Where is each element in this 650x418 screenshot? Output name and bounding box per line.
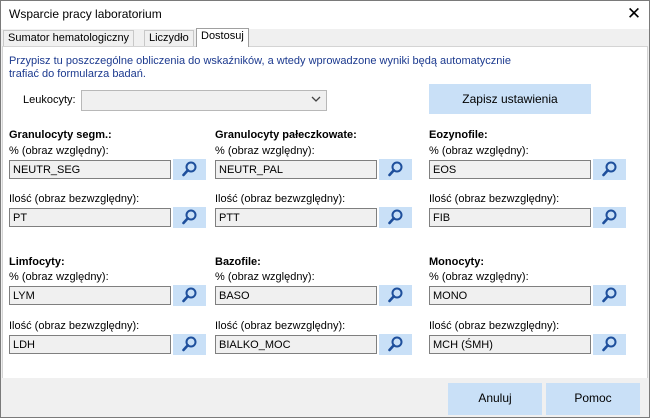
search-button[interactable] [173, 207, 206, 228]
abs-label: Ilość (obraz bezwzględny): [429, 320, 560, 332]
group-title-monocyty: Monocyty: [429, 256, 484, 268]
search-button[interactable] [593, 159, 626, 180]
magnifier-icon [602, 209, 617, 225]
bazofile-abs-field[interactable]: BIALKO_MOC [215, 335, 377, 354]
eozynofile-abs-field[interactable]: FIB [429, 208, 591, 227]
bazofile-pct-field[interactable]: BASO [215, 286, 377, 305]
magnifier-icon [182, 161, 197, 177]
search-button[interactable] [593, 207, 626, 228]
magnifier-icon [602, 336, 617, 352]
magnifier-icon [602, 161, 617, 177]
granulocyty-segm-abs-field[interactable]: PT [9, 208, 171, 227]
magnifier-icon [182, 209, 197, 225]
pct-label: % (obraz względny): [9, 271, 109, 283]
search-button[interactable] [593, 334, 626, 355]
group-title-limfocyty: Limfocyty: [9, 256, 65, 268]
intro-text: Przypisz tu poszczególne obliczenia do w… [9, 55, 529, 81]
search-button[interactable] [379, 334, 412, 355]
abs-label: Ilość (obraz bezwzględny): [429, 193, 560, 205]
tab-strip: Sumator hematologiczny Liczydło Dostosuj [1, 28, 649, 47]
granulocyty-paleczkowate-abs-field[interactable]: PTT [215, 208, 377, 227]
magnifier-icon [388, 336, 403, 352]
intro-line-2: trafiać do formularza badań. [9, 68, 146, 80]
group-title-granulocyty-paleczkowate: Granulocyty pałeczkowate: [215, 129, 357, 141]
search-button[interactable] [173, 159, 206, 180]
save-settings-button[interactable]: Zapisz ustawienia [429, 84, 591, 114]
granulocyty-segm-pct-field[interactable]: NEUTR_SEG [9, 160, 171, 179]
search-button[interactable] [379, 207, 412, 228]
magnifier-icon [602, 287, 617, 303]
monocyty-abs-field[interactable]: MCH (ŚMH) [429, 335, 591, 354]
pct-label: % (obraz względny): [429, 271, 529, 283]
window-title: Wsparcie pracy laboratorium [9, 7, 162, 21]
magnifier-icon [388, 209, 403, 225]
pct-label: % (obraz względny): [215, 145, 315, 157]
abs-label: Ilość (obraz bezwzględny): [9, 320, 140, 332]
group-title-bazofile: Bazofile: [215, 256, 261, 268]
search-button[interactable] [379, 285, 412, 306]
close-icon[interactable]: ✕ [619, 1, 649, 29]
tab-sumator-hematologiczny[interactable]: Sumator hematologiczny [3, 30, 135, 47]
pct-label: % (obraz względny): [429, 145, 529, 157]
abs-label: Ilość (obraz bezwzględny): [215, 193, 346, 205]
abs-label: Ilość (obraz bezwzględny): [215, 320, 346, 332]
magnifier-icon [182, 336, 197, 352]
magnifier-icon [388, 287, 403, 303]
title-bar: Wsparcie pracy laboratorium ✕ [1, 1, 649, 29]
magnifier-icon [388, 161, 403, 177]
tab-liczydlo[interactable]: Liczydło [144, 30, 194, 47]
group-title-granulocyty-segm: Granulocyty segm.: [9, 129, 112, 141]
group-title-eozynofile: Eozynofile: [429, 129, 488, 141]
pct-label: % (obraz względny): [215, 271, 315, 283]
help-button[interactable]: Pomoc [546, 383, 640, 415]
pct-label: % (obraz względny): [9, 145, 109, 157]
cancel-button[interactable]: Anuluj [448, 383, 542, 415]
limfocyty-abs-field[interactable]: LDH [9, 335, 171, 354]
granulocyty-paleczkowate-pct-field[interactable]: NEUTR_PAL [215, 160, 377, 179]
tab-dostosuj[interactable]: Dostosuj [196, 28, 249, 47]
intro-line-1: Przypisz tu poszczególne obliczenia do w… [9, 55, 511, 67]
search-button[interactable] [593, 285, 626, 306]
chevron-down-icon [311, 96, 321, 102]
monocyty-pct-field[interactable]: MONO [429, 286, 591, 305]
leukocyty-label: Leukocyty: [23, 94, 76, 106]
abs-label: Ilość (obraz bezwzględny): [9, 193, 140, 205]
search-button[interactable] [379, 159, 412, 180]
magnifier-icon [182, 287, 197, 303]
dialog-window: Wsparcie pracy laboratorium ✕ Sumator he… [0, 0, 650, 418]
leukocyty-combobox[interactable] [81, 90, 327, 111]
eozynofile-pct-field[interactable]: EOS [429, 160, 591, 179]
search-button[interactable] [173, 285, 206, 306]
limfocyty-pct-field[interactable]: LYM [9, 286, 171, 305]
search-button[interactable] [173, 334, 206, 355]
